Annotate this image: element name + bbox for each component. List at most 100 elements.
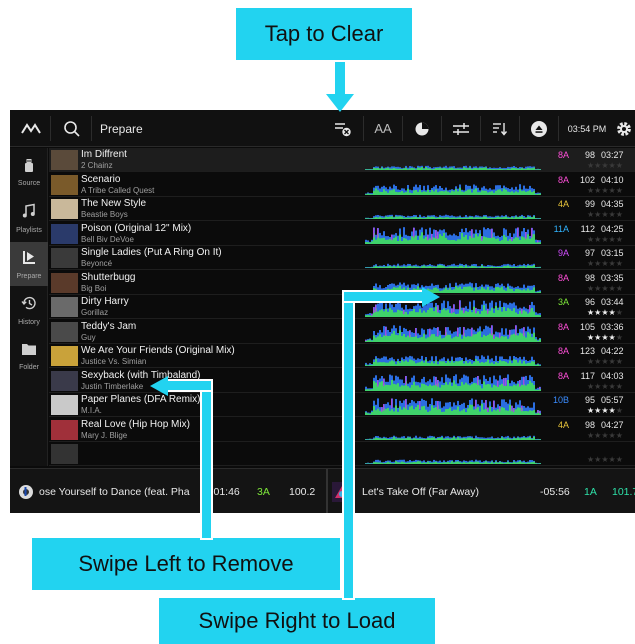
album-art bbox=[51, 346, 78, 366]
filter-circle-icon[interactable] bbox=[406, 110, 438, 147]
rating-stars[interactable]: ★★★★★ bbox=[587, 406, 623, 415]
track-bpm: 98 bbox=[584, 272, 595, 283]
table-row[interactable]: The New Style Beastie Boys 4A 99 04:35 ★★★★★ bbox=[49, 197, 635, 221]
track-artist: Justin Timberlake bbox=[81, 381, 144, 391]
sort-icon[interactable] bbox=[484, 110, 516, 147]
clear-list-icon[interactable] bbox=[328, 110, 358, 147]
album-art bbox=[51, 223, 78, 244]
table-row[interactable]: Single Ladies (Put A Ring On It) Beyoncé 9… bbox=[49, 246, 635, 270]
eject-icon[interactable] bbox=[523, 110, 555, 147]
load-arrow-bar bbox=[342, 290, 424, 303]
star-icon: ★ bbox=[608, 381, 616, 391]
star-icon: ★ bbox=[615, 381, 623, 391]
table-row[interactable]: Im Diffrent 2 Chainz 8A 98 03:27 ★★★★★ bbox=[49, 148, 635, 172]
track-artist: Bell Biv DeVoe bbox=[81, 234, 134, 244]
rating-stars[interactable]: ★★★★★ bbox=[587, 357, 623, 366]
rating-stars[interactable]: ★★★★★ bbox=[587, 186, 623, 195]
deck-left-key: 3A bbox=[257, 485, 270, 498]
load-arrow-shaft bbox=[342, 294, 355, 600]
rating-stars[interactable]: ★★★★★ bbox=[587, 161, 623, 170]
star-icon: ★ bbox=[615, 357, 623, 366]
star-icon: ★ bbox=[608, 430, 616, 440]
track-title: Paper Planes (DFA Remix) bbox=[81, 394, 201, 405]
star-icon: ★ bbox=[615, 161, 623, 170]
rating-stars[interactable]: ★★★★★ bbox=[587, 382, 623, 391]
rating-stars[interactable]: ★★★★★ bbox=[587, 235, 623, 244]
track-duration: 04:10 bbox=[601, 174, 624, 185]
rating-stars[interactable]: ★★★★★ bbox=[587, 455, 623, 464]
gear-icon[interactable] bbox=[613, 110, 635, 147]
album-art bbox=[51, 370, 78, 391]
sidebar-item-folder[interactable]: Folder bbox=[10, 334, 48, 378]
track-bpm: 112 bbox=[580, 223, 595, 234]
track-key: 9A bbox=[557, 248, 569, 258]
album-art bbox=[51, 199, 78, 219]
deck-left-bpm: 100.2 bbox=[289, 485, 316, 498]
star-icon: ★ bbox=[601, 381, 609, 391]
track-bpm: 99 bbox=[584, 199, 595, 209]
deck-right-title[interactable]: Let's Take Off (Far Away) bbox=[362, 469, 479, 513]
track-title: Im Diffrent bbox=[81, 149, 127, 160]
search-icon[interactable] bbox=[54, 110, 90, 147]
history-clock-icon bbox=[21, 295, 37, 316]
track-artist: A Tribe Called Quest bbox=[81, 185, 155, 195]
deck-left-title[interactable]: ose Yourself to Dance (feat. Pha bbox=[39, 469, 207, 513]
track-duration: 03:44 bbox=[601, 297, 624, 307]
track-title: Scenario bbox=[81, 173, 121, 185]
waveform-preview bbox=[365, 444, 541, 464]
album-art bbox=[51, 321, 78, 342]
adjust-sliders-icon[interactable] bbox=[445, 110, 477, 147]
sidebar-item-label: Folder bbox=[19, 363, 39, 371]
track-title: Single Ladies (Put A Ring On It) bbox=[81, 247, 222, 258]
album-art bbox=[51, 395, 78, 415]
album-art bbox=[51, 174, 78, 195]
usb-drive-icon bbox=[22, 158, 36, 177]
waveform-preview bbox=[365, 420, 541, 440]
star-icon: ★ bbox=[601, 430, 609, 440]
table-row[interactable]: Poison (Original 12" Mix) Bell Biv DeVoe 1… bbox=[49, 222, 635, 246]
rating-stars[interactable]: ★★★★★ bbox=[587, 210, 623, 219]
deck-divider bbox=[326, 469, 328, 513]
sidebar-item-prepare[interactable]: Prepare bbox=[10, 242, 48, 286]
waveform-preview bbox=[365, 224, 541, 244]
star-icon: ★ bbox=[608, 283, 616, 293]
rating-stars[interactable]: ★★★★★ bbox=[587, 431, 623, 440]
track-duration: 05:57 bbox=[601, 395, 624, 405]
rating-stars[interactable]: ★★★★★ bbox=[587, 259, 623, 268]
star-icon: ★ bbox=[608, 332, 616, 342]
sidebar-item-label: Source bbox=[17, 179, 41, 187]
deck-right-bpm: 101.7 bbox=[612, 485, 635, 498]
track-duration: 03:15 bbox=[601, 248, 624, 258]
track-key: 10B bbox=[552, 395, 569, 405]
waveform-preview bbox=[365, 248, 541, 268]
star-icon: ★ bbox=[601, 210, 609, 219]
track-key: 8A bbox=[557, 174, 569, 185]
track-duration: 04:03 bbox=[601, 370, 624, 381]
track-duration: 03:35 bbox=[601, 272, 624, 283]
track-duration: 04:22 bbox=[601, 346, 624, 356]
album-art bbox=[51, 150, 78, 170]
track-bpm: 102 bbox=[579, 174, 595, 185]
remove-arrow-shaft bbox=[200, 386, 213, 540]
text-size-icon[interactable]: AA bbox=[367, 110, 399, 147]
table-row[interactable]: Scenario A Tribe Called Quest 8A 102 04:10 ★★… bbox=[49, 173, 635, 197]
track-title: Dirty Harry bbox=[81, 296, 129, 307]
sidebar-item-playlists[interactable]: Playlists bbox=[10, 196, 48, 240]
star-icon: ★ bbox=[615, 234, 623, 244]
rating-stars[interactable]: ★★★★★ bbox=[587, 284, 623, 293]
rating-stars[interactable]: ★★★★★ bbox=[587, 308, 623, 317]
logo-icon[interactable] bbox=[14, 110, 48, 147]
rating-stars[interactable]: ★★★★★ bbox=[587, 333, 623, 342]
track-duration: 04:35 bbox=[601, 199, 624, 209]
star-icon: ★ bbox=[608, 308, 616, 317]
sidebar-item-history[interactable]: History bbox=[10, 288, 48, 332]
load-arrow-head bbox=[422, 287, 440, 307]
track-artist: Beyoncé bbox=[81, 259, 113, 268]
star-icon: ★ bbox=[608, 406, 616, 415]
track-title: The New Style bbox=[81, 198, 147, 209]
track-artist: Big Boi bbox=[81, 283, 107, 293]
sidebar-item-source[interactable]: Source bbox=[10, 150, 48, 194]
track-title: Teddy's Jam bbox=[81, 320, 137, 332]
star-icon: ★ bbox=[601, 406, 609, 415]
track-key: 3A bbox=[557, 297, 569, 307]
